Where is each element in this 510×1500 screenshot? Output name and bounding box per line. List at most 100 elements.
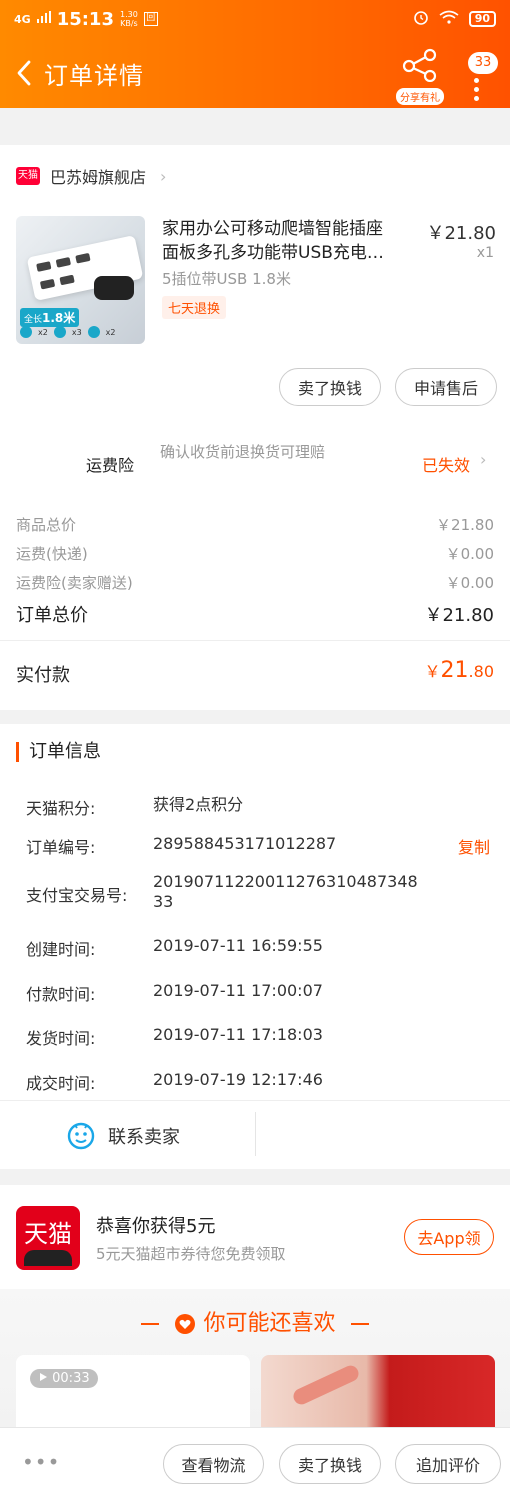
info-label: 发货时间:	[26, 1029, 96, 1048]
more-actions-button[interactable]: •••	[22, 1450, 60, 1474]
network-indicator: 4G	[14, 12, 31, 26]
recommend-item[interactable]	[261, 1355, 495, 1427]
share-icon	[402, 48, 437, 83]
after-sale-button[interactable]: 申请售后	[395, 368, 497, 406]
recommend-item[interactable]: 00:33	[16, 1355, 250, 1427]
alarm-icon	[413, 9, 429, 29]
recommend-title: 你可能还喜欢	[203, 1311, 336, 1336]
promo-title: 恭喜你获得5元	[96, 1216, 216, 1237]
order-info-title: 订单信息	[16, 742, 101, 762]
insurance-desc: 确认收货前退换货可理赔	[160, 443, 326, 461]
signal-icon	[36, 11, 51, 27]
paid-label: 实付款	[16, 665, 70, 686]
contact-seller-button[interactable]: 联系卖家	[66, 1121, 180, 1151]
total-value: ￥21.80	[424, 605, 494, 626]
tmall-logo-text: 天猫	[24, 1220, 72, 1248]
info-value: 获得2点积分	[153, 795, 244, 814]
info-label: 创建时间:	[26, 940, 96, 959]
tmall-cat-eyes	[24, 1250, 72, 1266]
total-label: 订单总价	[16, 605, 88, 626]
length-tag-prefix: 全长	[24, 315, 43, 325]
return-policy-tag: 七天退换	[162, 296, 227, 319]
order-number: 289588453171012287	[153, 834, 337, 853]
product-thumbnail[interactable]: 全长1.8米 x2 x3 x2	[16, 216, 145, 344]
video-duration: 00:33	[30, 1369, 98, 1388]
info-label: 成交时间:	[26, 1074, 96, 1093]
paid-amount: ￥21.80	[425, 658, 494, 683]
product-title[interactable]: 家用办公可移动爬墙智能插座 面板多孔多功能带USB充电…	[162, 217, 410, 265]
header: 4G 15:13 1.30 KB/s 回 90 订单详情 分享有礼 33	[0, 0, 510, 108]
additional-review-button[interactable]: 追加评价	[395, 1444, 501, 1484]
chat-bot-icon	[67, 1122, 95, 1150]
shop-link[interactable]: 天猫 巴苏姆旗舰店 ›	[16, 164, 166, 188]
back-arrow-icon[interactable]	[10, 59, 38, 87]
decor-dash	[350, 1323, 369, 1325]
fee-row-shipping: 运费(快递) ￥0.00	[16, 543, 494, 564]
heart-icon	[175, 1314, 196, 1334]
port-count: x3	[71, 327, 82, 337]
wifi-icon	[439, 10, 459, 28]
insurance-status[interactable]: 已失效	[422, 452, 470, 476]
product-title-line-2: 面板多孔多功能带USB充电…	[162, 243, 384, 263]
clock: 15:13	[56, 8, 114, 30]
contact-seller-label: 联系卖家	[108, 1127, 180, 1148]
tmall-app-logo: 天猫	[16, 1206, 80, 1270]
info-label: 支付宝交易号:	[26, 886, 128, 905]
divider	[0, 640, 510, 641]
info-value: 2019-07-11 17:00:07	[153, 981, 323, 1000]
status-bar: 4G 15:13 1.30 KB/s 回 90	[0, 0, 510, 38]
lipstick-image	[290, 1362, 362, 1408]
more-dots-icon	[474, 78, 480, 105]
recommend-header: 你可能还喜欢	[0, 1305, 510, 1337]
product-price: ￥21.80	[426, 223, 496, 244]
claim-in-app-button[interactable]: 去App领	[404, 1219, 494, 1255]
order-total-row: 订单总价 ￥21.80	[16, 601, 494, 627]
info-label: 订单编号:	[26, 838, 96, 857]
usb-icon	[87, 326, 100, 338]
info-value: 2019-07-11 17:18:03	[153, 1025, 323, 1044]
paid-decimal: .80	[468, 662, 494, 681]
notification-icon: 回	[143, 12, 158, 26]
divider	[0, 1100, 510, 1101]
fee-value: ￥0.00	[445, 545, 494, 563]
share-label: 分享有礼	[396, 88, 444, 105]
port-icons: x2 x3 x2	[20, 326, 115, 338]
net-speed-unit: KB/s	[120, 19, 138, 28]
page-title: 订单详情	[44, 61, 144, 90]
usb-module-image	[94, 276, 134, 300]
info-value: 2019-07-19 12:17:46	[153, 1070, 323, 1089]
sell-exchange-button[interactable]: 卖了换钱	[279, 368, 381, 406]
fee-label: 商品总价	[16, 516, 77, 534]
shop-name: 巴苏姆旗舰店	[50, 168, 147, 187]
tmall-badge-icon: 天猫	[16, 167, 40, 185]
paid-currency: ￥	[424, 662, 441, 681]
share-button[interactable]: 分享有礼	[392, 48, 448, 105]
length-tag: 全长1.8米	[20, 308, 80, 327]
paid-integer: 21	[440, 658, 469, 683]
product-title-line-1: 家用办公可移动爬墙智能插座	[162, 219, 383, 239]
fee-value: ￥21.80	[436, 516, 494, 534]
video-duration-value: 00:33	[52, 1371, 90, 1386]
decor-dash	[141, 1323, 160, 1325]
bottom-action-bar: ••• 查看物流 卖了换钱 追加评价	[0, 1427, 510, 1500]
view-logistics-button[interactable]: 查看物流	[163, 1444, 264, 1484]
socket-icon	[20, 326, 32, 338]
socket-icon	[53, 326, 66, 338]
info-value: 2019-07-11 16:59:55	[153, 936, 323, 955]
nav-bar: 订单详情 分享有礼 33	[0, 38, 510, 108]
spacer	[0, 127, 510, 135]
copy-button[interactable]: 复制	[458, 834, 490, 858]
chevron-right-icon: ›	[480, 450, 487, 469]
fee-row-insurance: 运费险(卖家赠送) ￥0.00	[16, 572, 494, 593]
message-count-badge: 33	[468, 52, 498, 74]
net-speed-value: 1.30	[119, 10, 138, 19]
sell-exchange-button[interactable]: 卖了换钱	[279, 1444, 381, 1484]
battery-indicator: 90	[468, 11, 496, 27]
port-count: x2	[38, 327, 48, 337]
info-label: 天猫积分:	[26, 799, 96, 818]
promo-subtitle: 5元天猫超市券待您免费领取	[96, 1245, 286, 1263]
net-speed: 1.30 KB/s	[120, 10, 138, 28]
length-tag-value: 1.8米	[42, 311, 76, 325]
more-menu-button[interactable]: 33	[462, 52, 502, 102]
fee-label: 运费险(卖家赠送)	[16, 574, 133, 592]
